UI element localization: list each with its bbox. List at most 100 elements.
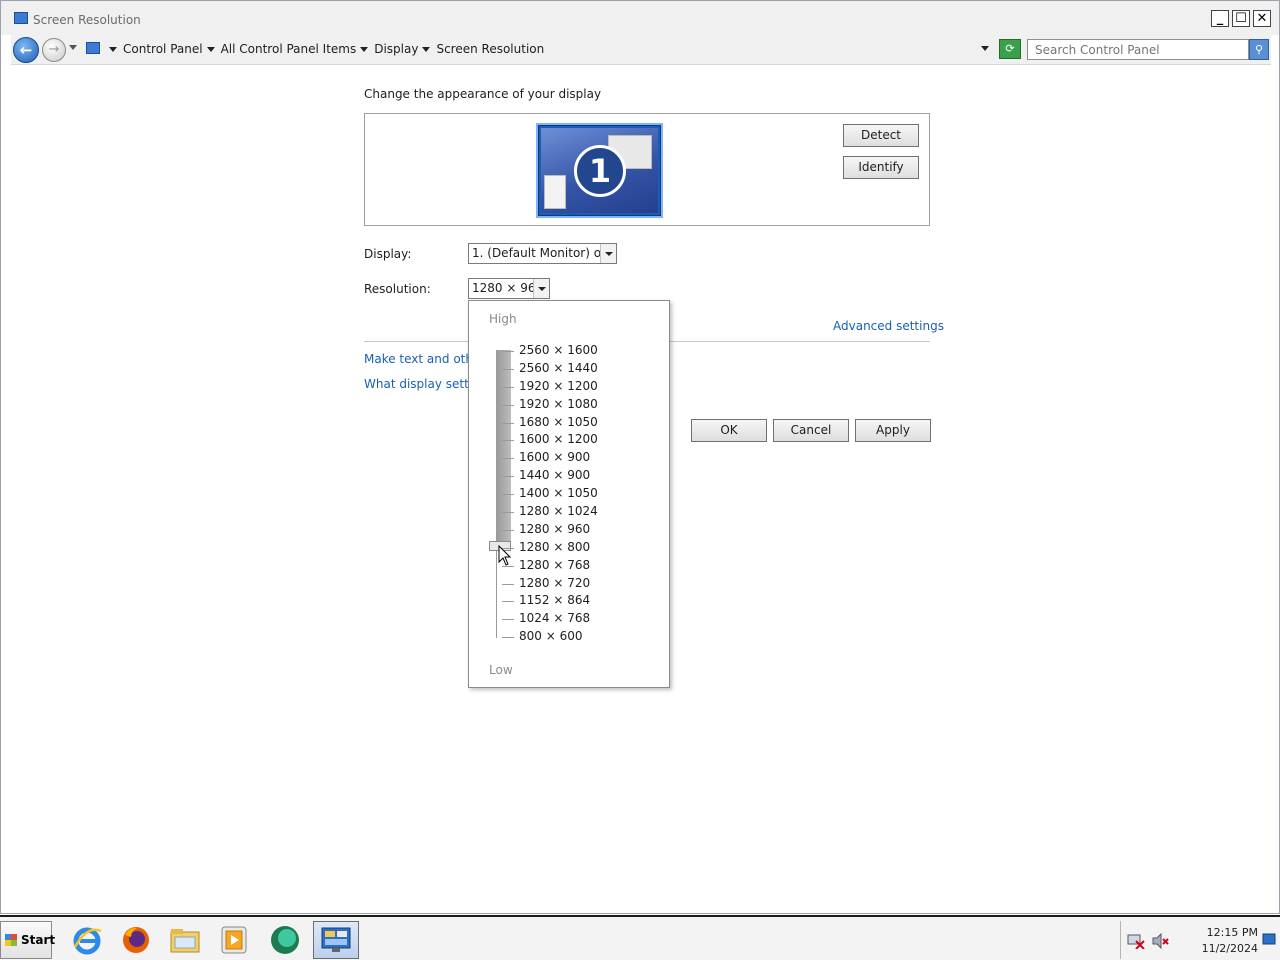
file-explorer-icon[interactable] <box>168 923 202 957</box>
identify-button[interactable]: Identify <box>843 156 919 179</box>
back-arrow-icon[interactable]: ← <box>13 37 39 63</box>
breadcrumb-screen-resolution[interactable]: Screen Resolution <box>436 42 544 56</box>
search-input[interactable] <box>1027 39 1249 60</box>
resolution-option-label: 2560 × 1440 <box>519 360 598 375</box>
system-clock[interactable]: 12:15 PM 11/2/2024 <box>1188 925 1258 957</box>
resolution-label: Resolution: <box>364 282 431 296</box>
resolution-option[interactable]: 1440 × 900 <box>499 467 659 485</box>
slider-tick <box>502 476 514 478</box>
display-select[interactable]: 1. (Default Monitor) on <box>468 243 617 264</box>
resolution-option[interactable]: 1024 × 768 <box>499 610 659 628</box>
slider-tick <box>502 351 514 352</box>
resolution-option-label: 800 × 600 <box>519 629 583 644</box>
resolution-option-label: 1152 × 864 <box>519 593 591 608</box>
control-panel-taskbar-button[interactable] <box>313 921 359 959</box>
resolution-option[interactable]: 1600 × 900 <box>499 449 659 467</box>
resolution-option[interactable]: 1920 × 1080 <box>499 396 659 414</box>
resolution-option[interactable]: 1400 × 1050 <box>499 485 659 503</box>
monitor-1-thumbnail[interactable]: 1 <box>536 123 663 218</box>
page-heading: Change the appearance of your display <box>364 87 602 101</box>
maximize-button[interactable]: ☐ <box>1232 10 1250 27</box>
resolution-option-label: 1280 × 960 <box>519 521 591 536</box>
chevron-down-icon[interactable] <box>109 46 117 52</box>
chevron-down-icon[interactable] <box>360 46 369 52</box>
show-desktop-icon[interactable] <box>1262 933 1276 945</box>
resolution-option[interactable]: 1680 × 1050 <box>499 414 659 432</box>
close-button[interactable]: ✕ <box>1253 10 1271 27</box>
refresh-icon[interactable]: ⟳ <box>999 39 1021 59</box>
chevron-down-icon[interactable] <box>422 46 431 52</box>
chevron-down-icon[interactable] <box>206 46 215 52</box>
resolution-option-label: 1920 × 1200 <box>519 378 598 393</box>
slider-tick <box>502 529 514 531</box>
resolution-option[interactable]: 1920 × 1200 <box>499 378 659 396</box>
search-icon[interactable]: ⚲ <box>1249 39 1269 60</box>
chevron-down-icon[interactable] <box>600 244 616 263</box>
resolution-option-label: 1280 × 720 <box>519 575 591 590</box>
slider-track-line <box>496 350 497 638</box>
breadcrumb-control-panel[interactable]: Control Panel <box>123 42 203 56</box>
resolution-option-label: 1600 × 900 <box>519 450 591 465</box>
firefox-icon[interactable] <box>119 923 153 957</box>
slider-tick <box>502 404 514 406</box>
internet-explorer-icon[interactable] <box>70 923 104 957</box>
apply-button[interactable]: Apply <box>855 419 931 442</box>
resolution-dropdown-popup: High 2560 × 1600 2560 × 1440 1920 × 1200… <box>468 300 670 688</box>
control-panel-icon <box>86 42 100 54</box>
slider-tick <box>502 583 514 585</box>
resolution-option[interactable]: 1152 × 864 <box>499 592 659 610</box>
resolution-option-label: 1024 × 768 <box>519 611 591 626</box>
volume-muted-icon[interactable] <box>1151 933 1169 949</box>
slider-tick <box>502 440 514 442</box>
network-disconnected-icon[interactable] <box>1127 933 1145 949</box>
media-player-icon[interactable] <box>217 923 251 957</box>
chat-app-icon[interactable] <box>268 923 302 957</box>
window-title: Screen Resolution <box>33 13 141 27</box>
resolution-option[interactable]: 1280 × 768 <box>499 557 659 575</box>
breadcrumb-all-items[interactable]: All Control Panel Items <box>221 42 357 56</box>
resolution-option[interactable]: 800 × 600 <box>499 628 659 646</box>
resolution-option[interactable]: 2560 × 1440 <box>499 360 659 378</box>
resolution-option[interactable]: 1280 × 1024 <box>499 503 659 521</box>
resolution-option-label: 1280 × 800 <box>519 539 591 554</box>
address-bar: ← → Control Panel All Control Panel Item… <box>11 35 1271 65</box>
slider-tick <box>502 422 514 424</box>
ok-button[interactable]: OK <box>691 419 767 442</box>
detect-button[interactable]: Detect <box>843 124 919 147</box>
resolution-option[interactable]: 1280 × 720 <box>499 575 659 593</box>
resolution-option[interactable]: 1600 × 1200 <box>499 431 659 449</box>
forward-arrow-icon[interactable]: → <box>42 38 66 62</box>
control-panel-icon <box>321 927 351 952</box>
title-bar: Screen Resolution _ ☐ ✕ <box>1 1 1279 35</box>
resolution-option-label: 1680 × 1050 <box>519 414 598 429</box>
address-history-dropdown[interactable] <box>981 46 989 51</box>
start-button[interactable]: Start <box>0 921 55 959</box>
display-icon <box>14 12 28 24</box>
resolution-option-label: 1600 × 1200 <box>519 432 598 447</box>
display-label: Display: <box>364 247 412 261</box>
slider-tick <box>502 368 514 370</box>
resolution-option[interactable]: 1280 × 800 <box>499 539 659 557</box>
clock-date: 11/2/2024 <box>1201 942 1258 955</box>
resolution-select[interactable]: 1280 × 960 <box>468 278 550 299</box>
slider-tick <box>502 512 514 514</box>
chevron-down-icon[interactable] <box>533 279 549 298</box>
clock-time: 12:15 PM <box>1206 926 1258 939</box>
window-controls: _ ☐ ✕ <box>1211 10 1271 27</box>
cancel-button[interactable]: Cancel <box>773 419 849 442</box>
slider-tick <box>502 637 514 639</box>
minimize-button[interactable]: _ <box>1211 10 1229 27</box>
breadcrumb-display[interactable]: Display <box>374 42 418 56</box>
slider-tick <box>502 494 514 496</box>
slider-tick <box>502 619 514 621</box>
advanced-settings-link[interactable]: Advanced settings <box>833 319 944 333</box>
resolution-option-selected[interactable]: 1280 × 960 <box>499 521 659 539</box>
screen-resolution-window: Screen Resolution _ ☐ ✕ ← → Control Pane… <box>0 0 1280 914</box>
resolution-option-label: 1400 × 1050 <box>519 486 598 501</box>
resolution-option[interactable]: 2560 × 1600 <box>499 342 659 360</box>
monitor-window-graphic <box>544 175 566 209</box>
recent-pages-dropdown[interactable] <box>69 45 77 50</box>
taskbar: Start 12:15 PM 11/2/2024 <box>0 915 1280 960</box>
resolution-option-label: 1280 × 1024 <box>519 504 598 519</box>
resolution-options-list: 2560 × 1600 2560 × 1440 1920 × 1200 1920… <box>499 342 659 646</box>
